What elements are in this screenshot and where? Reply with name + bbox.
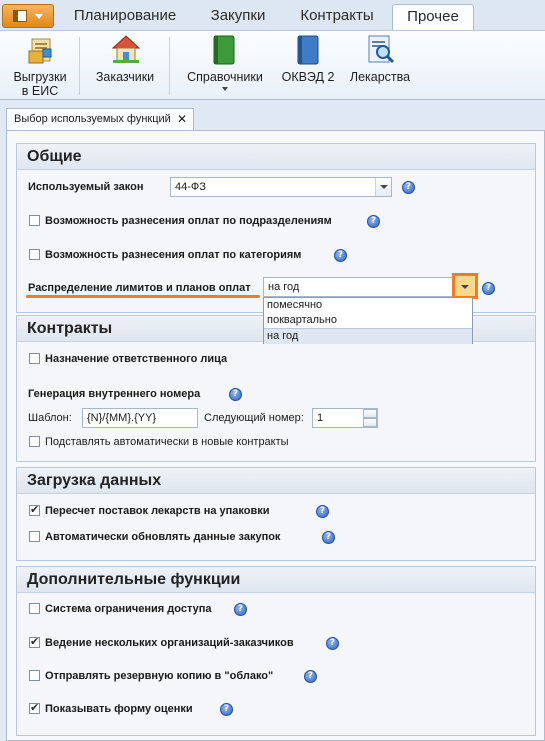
option-monthly[interactable]: помесячно bbox=[264, 298, 472, 313]
chevron-down-icon[interactable] bbox=[375, 178, 391, 196]
distribution-label: Распределение лимитов и планов оплат bbox=[28, 282, 251, 294]
tab-feature-selection[interactable]: Выбор используемых функций ✕ bbox=[6, 108, 194, 130]
spin-up-button[interactable] bbox=[363, 409, 377, 418]
help-icon[interactable]: ? bbox=[322, 531, 335, 544]
tab-title: Выбор используемых функций bbox=[14, 113, 171, 125]
law-value: 44-ФЗ bbox=[175, 181, 206, 193]
next-number-label: Следующий номер: bbox=[204, 412, 304, 424]
spin-down-button[interactable] bbox=[363, 418, 377, 427]
payments-by-category-label: Возможность разнесения оплат по категори… bbox=[45, 249, 302, 261]
app-menu-button[interactable] bbox=[2, 4, 54, 28]
option-yearly[interactable]: на год bbox=[264, 328, 472, 344]
export-eis-label: Выгрузки в ЕИС bbox=[13, 70, 67, 98]
payments-by-division-label: Возможность разнесения оплат по подразде… bbox=[45, 215, 332, 227]
auto-update-purchases-label: Автоматически обновлять данные закупок bbox=[45, 531, 281, 543]
distribution-dropdown-list: помесячно поквартально на год bbox=[263, 297, 473, 344]
directories-label: Справочники bbox=[187, 70, 263, 84]
template-label: Шаблон: bbox=[28, 412, 72, 424]
option-quarterly[interactable]: поквартально bbox=[264, 313, 472, 328]
ribbon-separator bbox=[79, 37, 80, 95]
group-title: Дополнительные функции bbox=[17, 567, 535, 593]
access-control-label: Система ограничения доступа bbox=[45, 603, 212, 615]
checkbox-rating-form[interactable] bbox=[29, 701, 40, 714]
distribution-value: на год bbox=[268, 281, 300, 293]
checkbox-multiple-orgs[interactable] bbox=[29, 635, 40, 648]
tab-planning[interactable]: Планирование bbox=[60, 4, 190, 30]
medicines-button[interactable]: Лекарства bbox=[342, 31, 418, 99]
highlight-underline bbox=[26, 295, 260, 298]
checkbox-access-control[interactable] bbox=[29, 603, 40, 614]
multiple-orgs-label: Ведение нескольких организаций-заказчико… bbox=[45, 637, 294, 649]
next-number-stepper[interactable]: 1 bbox=[312, 408, 378, 428]
help-icon[interactable]: ? bbox=[234, 603, 247, 616]
customers-button[interactable]: Заказчики bbox=[86, 31, 164, 99]
number-generation-label: Генерация внутреннего номера bbox=[28, 388, 201, 400]
group-title: Общие bbox=[17, 144, 535, 170]
help-icon[interactable]: ? bbox=[229, 388, 242, 401]
help-icon[interactable]: ? bbox=[316, 505, 329, 518]
top-menu-bar: Планирование Закупки Контракты Прочее bbox=[0, 0, 545, 31]
directories-button[interactable]: Справочники bbox=[176, 31, 274, 99]
assign-responsible-label: Назначение ответственного лица bbox=[45, 353, 228, 365]
help-icon[interactable]: ? bbox=[304, 670, 317, 683]
book-green-icon bbox=[213, 35, 235, 65]
help-icon[interactable]: ? bbox=[482, 282, 495, 295]
ribbon-separator bbox=[169, 37, 170, 95]
chevron-down-icon bbox=[35, 14, 43, 19]
close-icon[interactable]: ✕ bbox=[177, 109, 187, 129]
next-number-value: 1 bbox=[317, 412, 324, 424]
tab-contracts[interactable]: Контракты bbox=[288, 4, 386, 30]
magnifier-document-icon bbox=[368, 35, 395, 64]
checkbox-auto-update-purchases[interactable] bbox=[29, 531, 40, 542]
cloud-backup-label: Отправлять резервную копию в "облако" bbox=[45, 670, 274, 682]
tab-purchases[interactable]: Закупки bbox=[196, 4, 280, 30]
export-eis-button[interactable]: Выгрузки в ЕИС bbox=[4, 31, 76, 99]
recalc-packages-label: Пересчет поставок лекарств на упаковки bbox=[45, 505, 270, 517]
checkbox-payments-by-category[interactable] bbox=[29, 249, 40, 260]
rating-form-label: Показывать форму оценки bbox=[45, 703, 193, 715]
law-select[interactable]: 44-ФЗ bbox=[170, 177, 392, 197]
distribution-dropdown-button[interactable] bbox=[452, 273, 478, 299]
distribution-select[interactable]: на год bbox=[263, 277, 475, 297]
group-title: Загрузка данных bbox=[17, 468, 535, 494]
tab-other[interactable]: Прочее bbox=[392, 4, 474, 30]
book-blue-icon bbox=[297, 35, 319, 65]
chevron-down-icon bbox=[222, 87, 228, 91]
auto-insert-label: Подставлять автоматически в новые контра… bbox=[45, 436, 289, 448]
chevron-down-icon bbox=[461, 285, 469, 289]
help-icon[interactable]: ? bbox=[326, 637, 339, 650]
export-package-icon bbox=[28, 38, 52, 64]
okved2-button[interactable]: ОКВЭД 2 bbox=[276, 31, 340, 99]
law-label: Используемый закон bbox=[28, 181, 144, 193]
help-icon[interactable]: ? bbox=[367, 215, 380, 228]
checkbox-auto-insert[interactable] bbox=[29, 436, 40, 447]
checkbox-payments-by-division[interactable] bbox=[29, 215, 40, 226]
document-tab-strip: Выбор используемых функций ✕ bbox=[0, 100, 545, 130]
medicines-label: Лекарства bbox=[349, 70, 411, 84]
help-icon[interactable]: ? bbox=[220, 703, 233, 716]
help-icon[interactable]: ? bbox=[334, 249, 347, 262]
checkbox-assign-responsible[interactable] bbox=[29, 353, 40, 364]
template-input[interactable]: {N}/{MM}.{YY} bbox=[82, 408, 198, 428]
help-icon[interactable]: ? bbox=[402, 181, 415, 194]
checkbox-recalc-packages[interactable] bbox=[29, 503, 40, 516]
customers-label: Заказчики bbox=[95, 70, 155, 84]
okved2-label: ОКВЭД 2 bbox=[281, 70, 335, 84]
ribbon: Выгрузки в ЕИС Заказчики Справочники ОКВ… bbox=[0, 31, 545, 100]
checkbox-cloud-backup[interactable] bbox=[29, 670, 40, 681]
window-icon bbox=[13, 10, 27, 22]
house-icon bbox=[111, 35, 141, 63]
